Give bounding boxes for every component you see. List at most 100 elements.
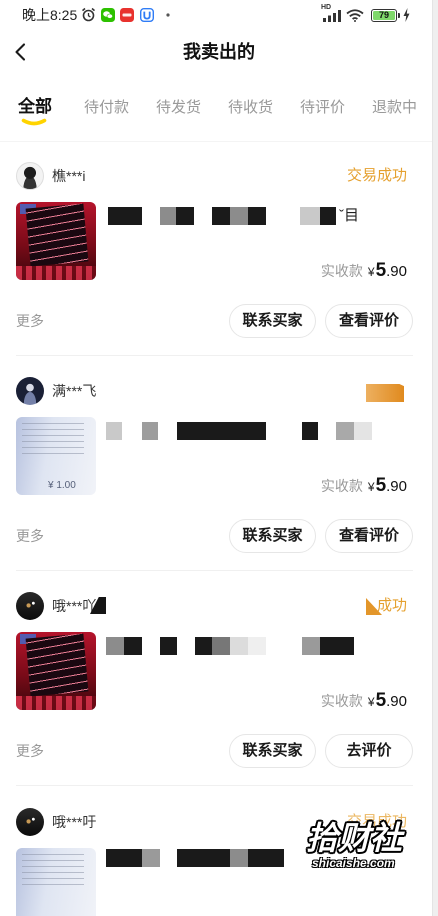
product-thumbnail[interactable]: [16, 848, 96, 916]
more-button[interactable]: 更多: [16, 312, 44, 330]
redaction-block: [302, 422, 318, 440]
status-bar: 晚上8:25 HD 79: [0, 0, 438, 30]
status-tabs: [0, 90, 432, 130]
redaction-block: [230, 849, 248, 867]
thumbnail-amount: ¥ 1.00: [48, 480, 76, 491]
redaction-block: [300, 207, 320, 225]
page-title: 我卖出的: [183, 42, 255, 62]
received-amount: 实收款 ¥5.90: [321, 690, 407, 713]
redaction-block: [160, 207, 176, 225]
tab-all[interactable]: 全部: [18, 97, 52, 117]
wifi-icon: [346, 9, 364, 22]
thumbnail-detail: [25, 203, 89, 267]
watermark: 拾财社 shicaishe.com: [306, 820, 406, 870]
redaction-block: [336, 422, 354, 440]
thumbnail-detail: [22, 423, 84, 457]
buyer-name: 樵***i: [52, 168, 86, 184]
tabs-divider: [0, 141, 432, 142]
price-label: 实收款: [320, 693, 363, 709]
redaction-block: [177, 422, 266, 440]
redaction-block: [212, 207, 230, 225]
product-thumbnail[interactable]: [16, 202, 96, 280]
view-review-button[interactable]: 查看评价: [325, 519, 413, 553]
view-review-button[interactable]: 查看评价: [325, 304, 413, 338]
amount-decimal: .90: [386, 693, 407, 710]
currency-symbol: ¥: [367, 265, 375, 279]
redaction-block: [248, 849, 284, 867]
product-title-text: ˇ目: [339, 207, 359, 224]
redaction-block: [320, 207, 336, 225]
amount-integer: 5: [375, 690, 387, 711]
battery-level: 79: [373, 11, 395, 20]
wechat-icon: [101, 8, 115, 22]
product-thumbnail[interactable]: [16, 632, 96, 710]
watermark-url: shicaishe.com: [312, 856, 395, 870]
redaction-block: [302, 637, 320, 655]
redaction-block: [354, 422, 372, 440]
battery-icon: 79: [371, 9, 397, 22]
status-time: 晚上8:25: [22, 7, 78, 23]
redaction-block: [124, 637, 142, 655]
price-label: 实收款: [320, 478, 363, 494]
buyer-name: 哦***吖: [52, 598, 97, 614]
thumbnail-detail: [25, 633, 89, 697]
dot-icon: [166, 13, 170, 17]
thumbnail-detail: [16, 266, 96, 280]
tab-pending-review[interactable]: 待评价: [300, 99, 345, 117]
redaction-block: [248, 637, 266, 655]
more-button[interactable]: 更多: [16, 742, 44, 760]
thumbnail-detail: [16, 696, 96, 710]
red-app-icon: [120, 8, 134, 22]
amount-integer: 5: [375, 475, 387, 496]
received-amount: 实收款 ¥5.90: [321, 475, 407, 498]
order-status: 交易成功: [346, 167, 407, 184]
avatar: [16, 808, 44, 836]
redaction-block: [177, 849, 230, 867]
charging-icon: [403, 8, 410, 22]
signal-icon: [323, 10, 341, 22]
amount-decimal: .90: [386, 478, 407, 495]
more-button[interactable]: 更多: [16, 527, 44, 545]
redaction-block: [195, 637, 212, 655]
card-divider: [16, 355, 413, 356]
contact-buyer-button[interactable]: 联系买家: [229, 519, 316, 553]
alarm-clock-icon: [81, 7, 96, 22]
tab-pending-receipt[interactable]: 待收货: [228, 99, 273, 117]
order-card[interactable]: 樵***i 交易成功 ˇ目 实收款 ¥5.90 更多 联系买家 查看评价: [0, 150, 432, 365]
product-title: [106, 422, 416, 440]
product-thumbnail[interactable]: ¥ 1.00: [16, 417, 96, 495]
status-redaction: [366, 384, 404, 402]
redaction-block: [160, 637, 177, 655]
redaction-block: [106, 849, 142, 867]
currency-symbol: ¥: [367, 480, 375, 494]
tab-refunding[interactable]: 退款中: [372, 99, 417, 117]
avatar: [16, 377, 44, 405]
redaction-block: [212, 637, 230, 655]
tab-pending-payment[interactable]: 待付款: [84, 99, 129, 117]
redaction-block: [108, 207, 142, 225]
blue-app-icon: [140, 8, 154, 22]
contact-buyer-button[interactable]: 联系买家: [229, 734, 316, 768]
order-card[interactable]: 哦***吖 成功 实收款 ¥5.90 更多 联系买家 去评价: [0, 580, 432, 795]
product-title: ˇ目: [106, 207, 416, 225]
tab-pending-shipment[interactable]: 待发货: [156, 99, 201, 117]
battery-tip: [398, 13, 400, 18]
card-divider: [16, 785, 413, 786]
buyer-name: 满***飞: [52, 383, 97, 399]
redaction-block: [176, 207, 194, 225]
contact-buyer-button[interactable]: 联系买家: [229, 304, 316, 338]
redaction-block: [230, 637, 248, 655]
write-review-button[interactable]: 去评价: [325, 734, 413, 768]
redaction-block: [142, 422, 158, 440]
currency-symbol: ¥: [367, 695, 375, 709]
thumbnail-detail: [22, 854, 84, 888]
card-divider: [16, 570, 413, 571]
redaction-block: [106, 637, 124, 655]
screen-edge: [432, 0, 438, 916]
buyer-name: 哦***吁: [52, 814, 97, 830]
amount-integer: 5: [375, 260, 387, 281]
redaction-block: [248, 207, 266, 225]
order-card[interactable]: 满***飞 ¥ 1.00 实收款 ¥5.90 更多 联系买家 查看评价: [0, 365, 432, 580]
order-status: 成功: [376, 597, 407, 614]
redaction-block: [230, 207, 248, 225]
